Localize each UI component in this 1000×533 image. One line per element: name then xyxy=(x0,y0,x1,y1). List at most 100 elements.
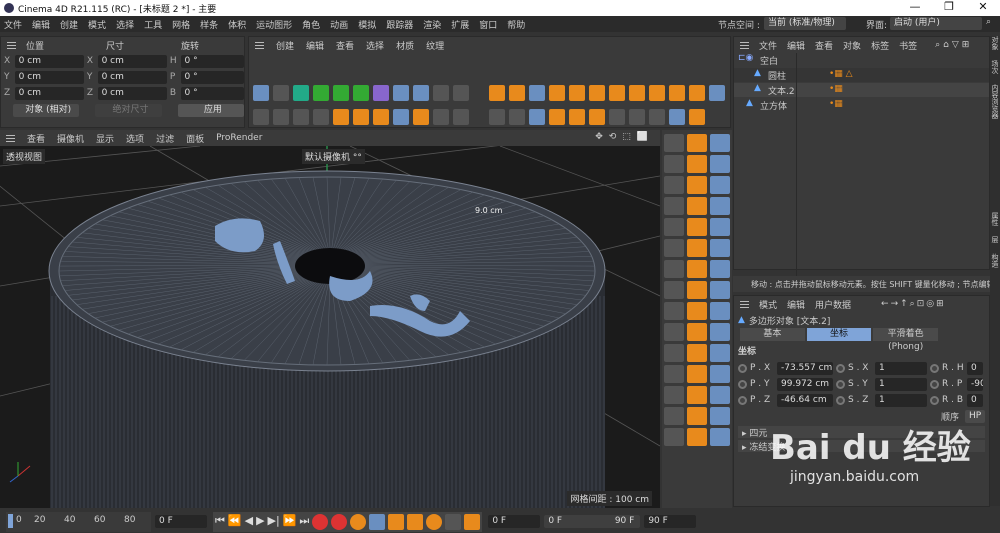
arrow-right-icon[interactable] xyxy=(629,85,645,101)
om-menu-tags[interactable]: 标签 xyxy=(871,39,889,52)
tool-icon[interactable] xyxy=(664,197,684,215)
keyframe-radio[interactable] xyxy=(738,379,747,389)
menu-spline[interactable]: 样条 xyxy=(200,18,218,31)
viewport-menu-display[interactable]: 显示 xyxy=(96,132,114,145)
tool-icon[interactable] xyxy=(687,239,707,257)
tool-icon[interactable] xyxy=(710,281,730,299)
menu-tracker[interactable]: 跟踪器 xyxy=(386,18,413,31)
object-row-cube[interactable]: ▲ 立方体 •▦ xyxy=(734,98,989,112)
keyframe-radio[interactable] xyxy=(836,395,845,405)
tool-icon[interactable] xyxy=(710,428,730,446)
menu-window[interactable]: 窗口 xyxy=(479,18,497,31)
select-icon[interactable] xyxy=(589,109,605,125)
attr-nav-icons[interactable]: ←→↑⌕⊡◎⊞ xyxy=(881,299,946,309)
menu-file[interactable]: 文件 xyxy=(4,18,22,31)
layout-select[interactable]: 启动 (用户) xyxy=(890,17,982,30)
tool-icon[interactable] xyxy=(710,239,730,257)
spline-icon[interactable] xyxy=(293,109,309,125)
x-axis-icon[interactable] xyxy=(489,85,505,101)
redo-icon[interactable] xyxy=(509,109,525,125)
cloner-icon[interactable] xyxy=(313,85,329,101)
size-z-field[interactable]: 0 cm xyxy=(97,86,167,100)
prev-frame-icon[interactable]: ◀ xyxy=(245,514,253,530)
cube-icon[interactable] xyxy=(253,85,269,101)
snap-icon[interactable] xyxy=(333,109,349,125)
rotation-h-field[interactable]: 0 ° xyxy=(180,54,244,68)
object-row-null[interactable]: ⊏◉ 空白 xyxy=(734,53,989,67)
key-position-icon[interactable] xyxy=(369,513,386,530)
sphere-icon[interactable] xyxy=(689,85,705,101)
tool-icon[interactable] xyxy=(687,365,707,383)
rotation-b-field[interactable]: 0 ° xyxy=(180,86,244,100)
menu-simulate[interactable]: 模拟 xyxy=(358,18,376,31)
grid-icon[interactable] xyxy=(413,109,429,125)
tool-icon[interactable] xyxy=(664,323,684,341)
tool-icon[interactable] xyxy=(710,344,730,362)
material-tag-icon[interactable]: •▦ xyxy=(829,84,843,94)
tool-icon[interactable] xyxy=(664,428,684,446)
keyframe-radio[interactable] xyxy=(930,395,939,405)
perspective-viewport[interactable]: /* hatch drawn below */ 透视视图 默认摄像机 °° 9.… xyxy=(0,146,660,508)
points-mode-icon[interactable] xyxy=(609,109,625,125)
current-frame-field[interactable]: 0 F xyxy=(155,515,207,528)
object-row-cylinder[interactable]: ▲ 圆柱 •▦ △ xyxy=(734,68,989,82)
menu-mograph[interactable]: 运动图形 xyxy=(256,18,292,31)
tab-content-browser[interactable]: 内容浏览器 xyxy=(991,84,999,119)
material-menu-edit[interactable]: 编辑 xyxy=(306,39,324,52)
om-menu-object[interactable]: 对象 xyxy=(843,39,861,52)
playhead[interactable] xyxy=(8,513,13,528)
tool-icon[interactable] xyxy=(687,218,707,236)
om-menu-edit[interactable]: 编辑 xyxy=(787,39,805,52)
menu-mesh[interactable]: 网格 xyxy=(172,18,190,31)
goto-start-icon[interactable]: ⏮ xyxy=(215,514,225,530)
search-icon[interactable]: ⌕ xyxy=(986,17,991,27)
array-icon[interactable] xyxy=(333,85,349,101)
tool-icon[interactable] xyxy=(687,155,707,173)
object-name[interactable]: 立方体 xyxy=(760,99,787,112)
tool-icon[interactable] xyxy=(687,302,707,320)
position-y-field[interactable]: 0 cm xyxy=(14,70,84,84)
menu-extensions[interactable]: 扩展 xyxy=(451,18,469,31)
menu-character[interactable]: 角色 xyxy=(302,18,320,31)
scale-field[interactable]: 1 xyxy=(875,377,927,391)
material-menu-texture[interactable]: 纹理 xyxy=(426,39,444,52)
menu-icon[interactable] xyxy=(255,41,264,49)
close-button[interactable]: ✕ xyxy=(966,0,1000,13)
field-icon[interactable] xyxy=(393,85,409,101)
goto-end-icon[interactable]: ⏭ xyxy=(299,514,309,530)
object-name[interactable]: 空白 xyxy=(760,54,778,67)
scale-field[interactable]: 1 xyxy=(875,361,927,375)
position-field[interactable]: -46.64 cm xyxy=(777,393,833,407)
menu-icon[interactable] xyxy=(740,300,749,308)
tool-icon[interactable] xyxy=(710,197,730,215)
scale-icon[interactable] xyxy=(549,109,565,125)
camera-label[interactable]: 默认摄像机 °° xyxy=(302,149,365,164)
size-x-field[interactable]: 0 cm xyxy=(97,54,167,68)
record-icon[interactable] xyxy=(312,513,329,530)
om-menu-view[interactable]: 查看 xyxy=(815,39,833,52)
next-frame-icon[interactable]: ▶| xyxy=(268,514,280,530)
y-axis-icon[interactable] xyxy=(509,85,525,101)
attr-tab-basic[interactable]: 基本 xyxy=(740,328,805,341)
snap-settings-icon[interactable] xyxy=(353,109,369,125)
tool-icon[interactable] xyxy=(687,281,707,299)
rotate-icon[interactable] xyxy=(569,109,585,125)
prev-key-icon[interactable]: ⏪ xyxy=(228,514,242,530)
rotation-p-field[interactable]: 0 ° xyxy=(180,70,244,84)
key-param-icon[interactable] xyxy=(426,513,443,530)
position-z-field[interactable]: 0 cm xyxy=(14,86,84,100)
size-mode-select[interactable]: 绝对尺寸 xyxy=(95,103,162,117)
tool-icon[interactable] xyxy=(710,155,730,173)
workplane-icon[interactable] xyxy=(373,109,389,125)
render-view-icon[interactable] xyxy=(273,109,289,125)
material-tag-icon[interactable]: •▦ △ xyxy=(829,69,853,79)
tool-icon[interactable] xyxy=(710,407,730,425)
timeline-ruler[interactable]: 0 20 40 60 80 xyxy=(6,511,151,532)
attr-menu-mode[interactable]: 模式 xyxy=(759,298,777,311)
tool-icon[interactable] xyxy=(710,323,730,341)
tool-icon[interactable] xyxy=(687,134,707,152)
keyframe-radio[interactable] xyxy=(930,379,939,389)
next-key-icon[interactable]: ⏩ xyxy=(283,514,297,530)
position-x-field[interactable]: 0 cm xyxy=(14,54,84,68)
attr-menu-userdata[interactable]: 用户数据 xyxy=(815,298,851,311)
